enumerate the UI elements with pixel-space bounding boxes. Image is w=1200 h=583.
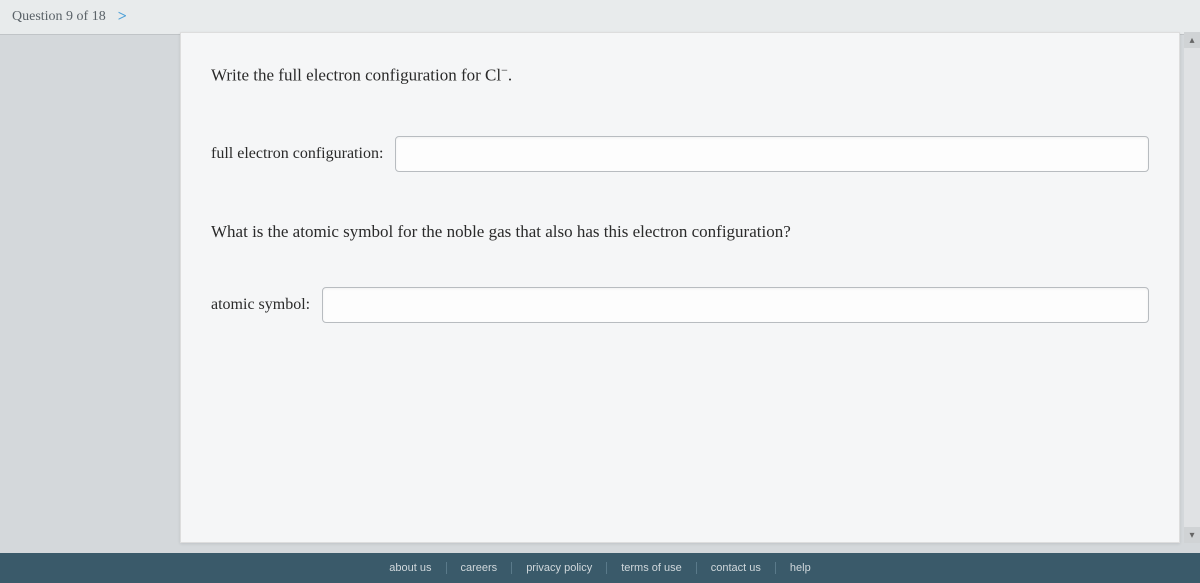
species-charge: −: [501, 63, 508, 77]
footer-link-help[interactable]: help: [776, 562, 825, 574]
symbol-input-row: atomic symbol:: [211, 287, 1149, 323]
footer-link-careers[interactable]: careers: [447, 562, 513, 574]
scroll-up-arrow[interactable]: ▴: [1184, 32, 1200, 48]
species-symbol: Cl: [485, 66, 501, 85]
question-prompt: Write the full electron configuration fo…: [211, 63, 1149, 86]
question-counter: Question 9 of 18: [12, 9, 106, 25]
prompt-prefix: Write the full electron configuration fo…: [211, 66, 485, 85]
footer-link-contact[interactable]: contact us: [697, 562, 776, 574]
footer-link-privacy[interactable]: privacy policy: [512, 562, 607, 574]
question-content: Write the full electron configuration fo…: [180, 32, 1180, 543]
footer-bar: about us careers privacy policy terms of…: [0, 553, 1200, 583]
vertical-scrollbar[interactable]: ▴ ▾: [1184, 32, 1200, 543]
header-bar: Question 9 of 18 >: [0, 0, 1200, 35]
config-label: full electron configuration:: [211, 145, 383, 163]
sub-question-prompt: What is the atomic symbol for the noble …: [211, 222, 1149, 242]
electron-config-input[interactable]: [395, 136, 1149, 172]
prompt-suffix: .: [508, 66, 512, 85]
config-input-row: full electron configuration:: [211, 136, 1149, 172]
scroll-down-arrow[interactable]: ▾: [1184, 527, 1200, 543]
symbol-label: atomic symbol:: [211, 296, 310, 314]
next-question-chevron[interactable]: >: [118, 8, 127, 26]
footer-link-terms[interactable]: terms of use: [607, 562, 697, 574]
footer-link-about[interactable]: about us: [375, 562, 446, 574]
atomic-symbol-input[interactable]: [322, 287, 1149, 323]
